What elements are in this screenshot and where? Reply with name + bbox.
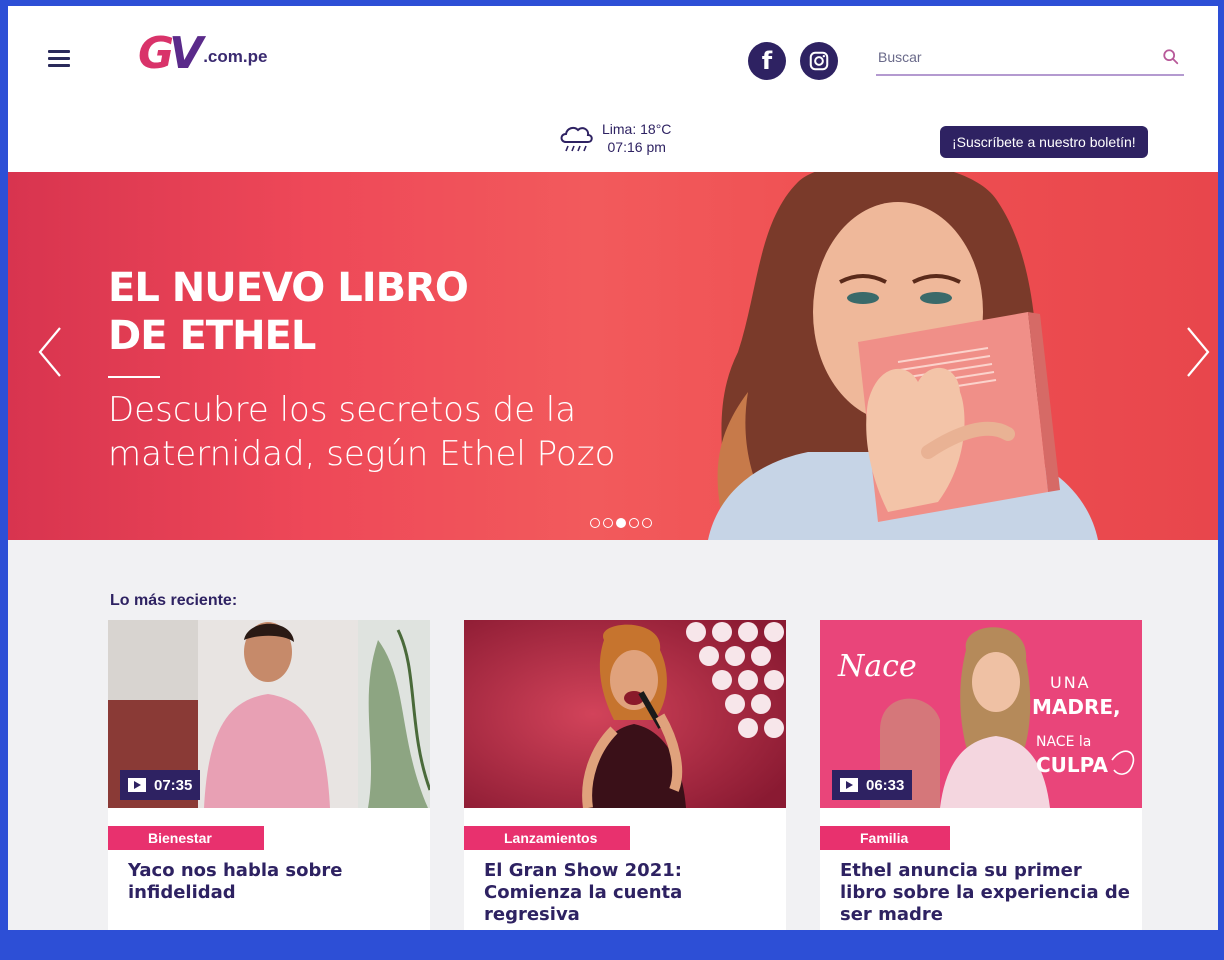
play-icon bbox=[840, 778, 858, 792]
video-duration-badge[interactable]: 06:33 bbox=[832, 770, 913, 800]
category-tag[interactable]: Bienestar bbox=[108, 826, 264, 850]
carousel-prev-arrow-icon[interactable] bbox=[30, 322, 70, 382]
facebook-icon[interactable]: f bbox=[748, 42, 786, 80]
page: GV .com.pe f Buscar Lima: 18°C 07:16 pm … bbox=[8, 6, 1218, 930]
section-title: Lo más reciente: bbox=[110, 592, 238, 609]
carousel-dot[interactable] bbox=[590, 518, 600, 528]
article-headline[interactable]: Ethel anuncia su primer libro sobre la e… bbox=[840, 860, 1130, 926]
article-card[interactable]: Lanzamientos El Gran Show 2021: Comienza… bbox=[464, 620, 786, 930]
search-bar bbox=[876, 42, 1184, 76]
article-thumbnail[interactable]: 07:35 bbox=[108, 620, 430, 808]
carousel-dot-active[interactable] bbox=[616, 518, 626, 528]
logo-domain: .com.pe bbox=[203, 47, 268, 66]
thumb-text-culpa: CULPA bbox=[1036, 753, 1108, 777]
thumb-text-madre: MADRE, bbox=[1032, 695, 1121, 719]
hero-title[interactable]: EL NUEVO LIBRO DE ETHEL bbox=[108, 264, 469, 360]
thumb-text-nace-la: NACE la bbox=[1036, 734, 1091, 750]
play-icon bbox=[128, 778, 146, 792]
site-logo[interactable]: GV .com.pe bbox=[138, 27, 268, 79]
carousel-dot[interactable] bbox=[642, 518, 652, 528]
logo-mark: GV bbox=[138, 27, 203, 79]
rain-cloud-icon bbox=[560, 126, 593, 152]
category-tag[interactable]: Lanzamientos bbox=[464, 826, 630, 850]
weather-temperature: Lima: 18°C bbox=[602, 121, 672, 137]
article-card[interactable]: Nace UNA MADRE, NACE la CULPA 06:33 Fami… bbox=[820, 620, 1142, 930]
hero-photo bbox=[708, 172, 1098, 540]
carousel-dots bbox=[590, 518, 652, 528]
instagram-icon[interactable] bbox=[800, 42, 838, 80]
weather-widget: Lima: 18°C 07:16 pm bbox=[556, 120, 671, 156]
site-header: GV .com.pe f Buscar Lima: 18°C 07:16 pm … bbox=[8, 6, 1218, 172]
video-duration: 07:35 bbox=[154, 776, 193, 794]
thumb-text-nace: Nace bbox=[837, 649, 917, 684]
article-thumbnail[interactable]: Nace UNA MADRE, NACE la CULPA 06:33 bbox=[820, 620, 1142, 808]
article-thumbnail[interactable] bbox=[464, 620, 786, 808]
article-headline[interactable]: Yaco nos habla sobre infidelidad bbox=[128, 860, 418, 904]
article-headline[interactable]: El Gran Show 2021: Comienza la cuenta re… bbox=[484, 860, 774, 926]
weather-text: Lima: 18°C 07:16 pm bbox=[602, 120, 671, 156]
search-input[interactable] bbox=[876, 42, 1146, 72]
category-tag[interactable]: Familia bbox=[820, 826, 950, 850]
thumb-text-una: UNA bbox=[1050, 673, 1091, 692]
carousel-dot[interactable] bbox=[603, 518, 613, 528]
hero-subtitle[interactable]: Descubre los secretos de la maternidad, … bbox=[108, 388, 668, 476]
search-icon[interactable] bbox=[1162, 48, 1180, 66]
hamburger-menu-icon[interactable] bbox=[48, 50, 70, 68]
newsletter-subscribe-button[interactable]: ¡Suscríbete a nuestro boletín! bbox=[940, 126, 1148, 158]
carousel-next-arrow-icon[interactable] bbox=[1178, 322, 1218, 382]
video-duration: 06:33 bbox=[866, 776, 905, 794]
article-card[interactable]: 07:35 Bienestar Yaco nos habla sobre inf… bbox=[108, 620, 430, 930]
weather-time: 07:16 pm bbox=[607, 139, 666, 155]
hero-divider bbox=[108, 376, 160, 378]
hero-carousel: EL NUEVO LIBRO DE ETHEL Descubre los sec… bbox=[8, 172, 1218, 540]
carousel-dot[interactable] bbox=[629, 518, 639, 528]
recent-section: Lo más reciente: 07:35 Bienestar Yaco no… bbox=[8, 540, 1218, 930]
video-duration-badge[interactable]: 07:35 bbox=[120, 770, 201, 800]
